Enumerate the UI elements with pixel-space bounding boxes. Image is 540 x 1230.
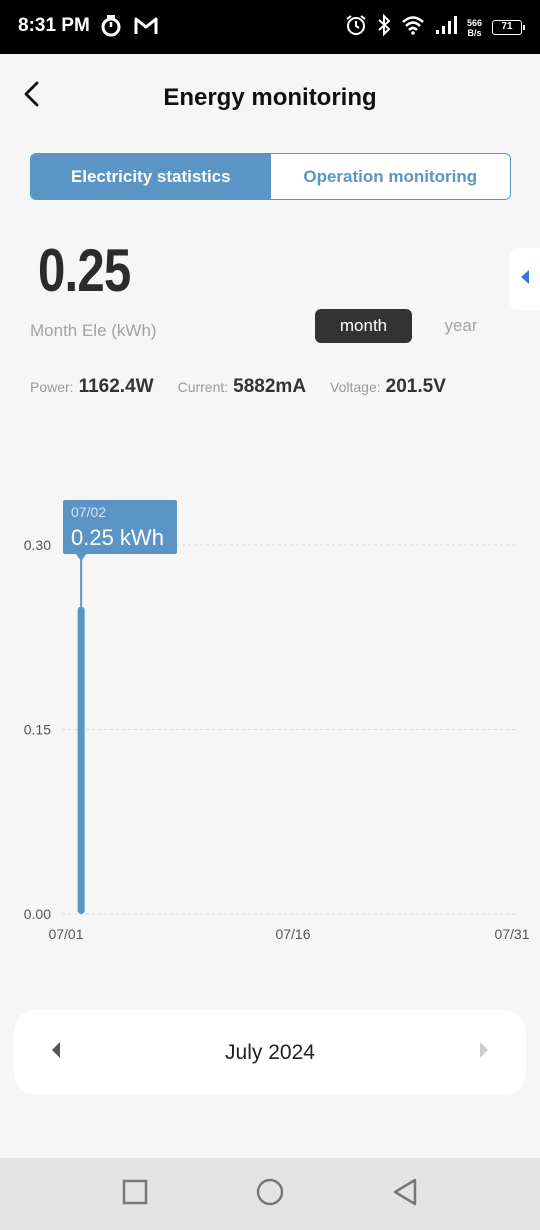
system-nav-bar	[0, 1158, 540, 1230]
voltage-value: 201.5V	[385, 376, 446, 397]
app-header: Energy monitoring	[0, 54, 540, 142]
caret-right-icon	[479, 1041, 489, 1063]
caret-left-icon	[51, 1041, 61, 1063]
voltage-label: Voltage:	[330, 379, 381, 395]
caret-left-icon	[520, 269, 530, 290]
gmail-icon	[134, 14, 158, 43]
prev-month-button[interactable]	[44, 1040, 68, 1064]
month-toggle-button[interactable]: month	[315, 309, 412, 343]
current-label: Current:	[177, 379, 229, 395]
net-speed: 566 B/s	[467, 18, 482, 38]
back-nav-button[interactable]	[389, 1178, 421, 1210]
home-button[interactable]	[254, 1178, 286, 1210]
bluetooth-icon	[377, 13, 391, 41]
x-tick-label: 07/16	[275, 926, 310, 942]
y-tick-label: 0.15	[24, 722, 51, 738]
page-title: Energy monitoring	[163, 84, 377, 111]
alarm-icon	[345, 14, 367, 41]
month-energy-value: 0.25	[38, 237, 131, 304]
chart-bar[interactable]	[77, 606, 85, 915]
tooltip-arrow	[75, 553, 88, 561]
x-tick-label: 07/31	[494, 926, 529, 942]
circle-icon	[256, 1178, 284, 1211]
month-energy-label: Month Ele (kWh)	[30, 321, 157, 340]
status-bar: 8:31 PM 566 B/s 71	[0, 0, 540, 54]
tab-bar: Electricity statistics Operation monitor…	[30, 153, 511, 200]
pomodoro-icon	[100, 14, 122, 43]
power-label: Power:	[30, 379, 74, 395]
month-navigator: July 2024	[14, 1010, 526, 1095]
power-value: 1162.4W	[78, 376, 154, 397]
net-speed-unit: B/s	[467, 27, 482, 38]
y-tick-label: 0.30	[24, 537, 51, 553]
side-drawer-tab[interactable]	[510, 248, 540, 310]
metrics-row: Power: 1162.4W Current: 5882mA Voltage: …	[30, 376, 446, 398]
year-toggle-button[interactable]: year	[432, 316, 490, 336]
tab-electricity-statistics[interactable]: Electricity statistics	[31, 154, 271, 199]
tab-operation-monitoring[interactable]: Operation monitoring	[271, 154, 511, 199]
square-icon	[122, 1179, 148, 1210]
energy-bar-chart[interactable]: 0.30 0.15 0.00 07/01 07/16 07/31 07/02 0.25 k…	[0, 430, 540, 950]
wifi-icon	[401, 15, 425, 40]
current-month-label: July 2024	[225, 1040, 315, 1064]
current-value: 5882mA	[233, 376, 307, 397]
x-tick-label: 07/01	[48, 926, 83, 942]
battery-icon: 71	[492, 20, 525, 35]
next-month-button[interactable]	[472, 1040, 496, 1064]
status-time: 8:31 PM	[18, 15, 90, 36]
triangle-back-icon	[392, 1178, 418, 1211]
tooltip-date: 07/02	[71, 504, 106, 520]
net-speed-value: 566	[466, 17, 482, 28]
recents-button[interactable]	[119, 1178, 151, 1210]
y-tick-label: 0.00	[24, 906, 51, 922]
tooltip-value: 0.25 kWh	[71, 525, 164, 550]
signal-icon	[435, 15, 457, 40]
